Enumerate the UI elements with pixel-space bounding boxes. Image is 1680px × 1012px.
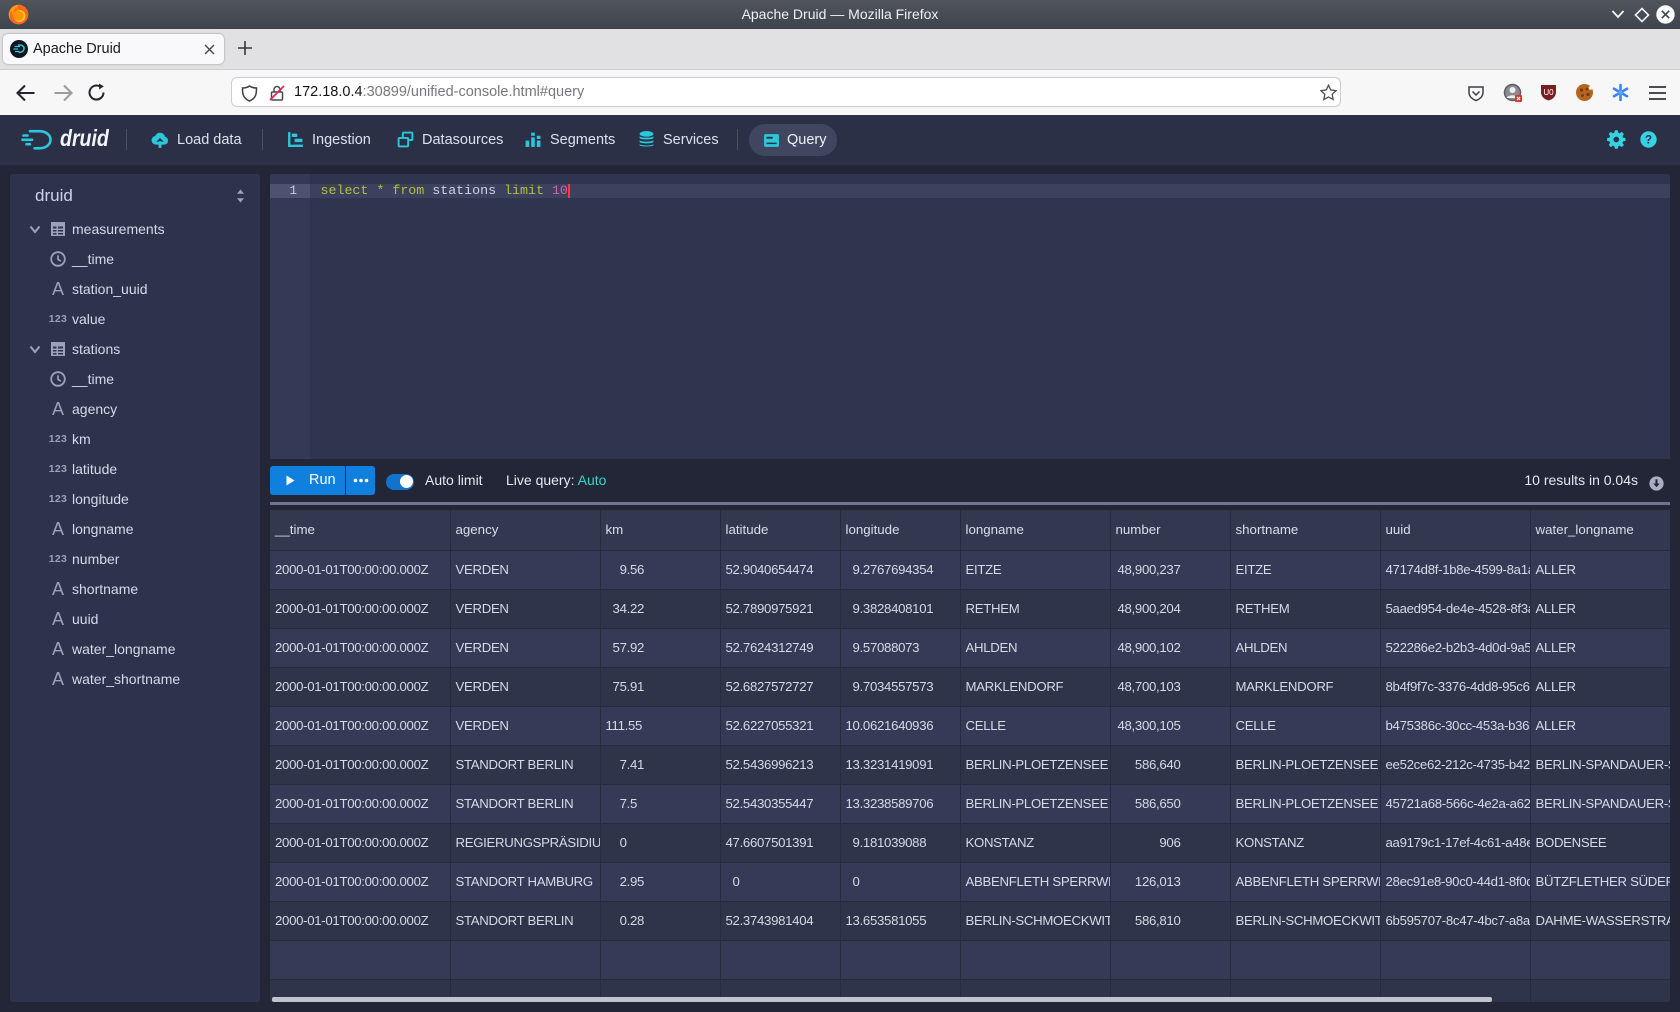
svg-text:U0: U0 (1543, 88, 1554, 97)
svg-text:?: ? (1645, 135, 1652, 147)
